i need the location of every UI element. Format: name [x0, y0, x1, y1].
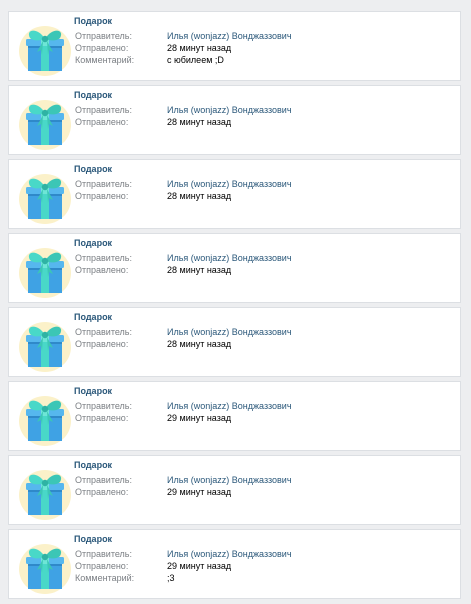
sender-row-label: Отправитель: [75, 179, 132, 189]
sent-row-value: 28 минут назад [167, 191, 232, 201]
sent-row-value: 28 минут назад [167, 117, 232, 127]
gift-card: Подарок Отправитель: Илья (wonjazz) Вондж… [8, 381, 461, 451]
gift-box-icon[interactable] [18, 465, 72, 521]
sender-row-label: Отправитель: [75, 253, 132, 263]
gift-box-icon[interactable] [18, 95, 72, 151]
gift-title: Подарок [74, 386, 113, 396]
gift-box-icon[interactable] [18, 21, 72, 77]
sender-row-value[interactable]: Илья (wonjazz) Вонджаззович [167, 104, 292, 116]
sent-row-value: 28 минут назад [167, 43, 232, 53]
sent-row-value: 28 минут назад [167, 339, 232, 349]
gift-card: Подарок Отправитель: Илья (wonjazz) Вондж… [8, 11, 461, 81]
gift-title: Подарок [74, 534, 113, 544]
sent-row-label: Отправлено: [75, 339, 129, 349]
sent-row-value: 29 минут назад [167, 487, 232, 497]
sent-row-label: Отправлено: [75, 413, 129, 423]
sender-row-label: Отправитель: [75, 549, 132, 559]
gift-list: Подарок Отправитель: Илья (wonjazz) Вондж… [0, 0, 471, 604]
sender-row-value[interactable]: Илья (wonjazz) Вонджаззович [167, 30, 292, 42]
gift-card: Подарок Отправитель: Илья (wonjazz) Вондж… [8, 233, 461, 303]
sent-row-label: Отправлено: [75, 561, 129, 571]
sender-row-value[interactable]: Илья (wonjazz) Вонджаззович [167, 400, 292, 412]
gift-title: Подарок [74, 16, 113, 26]
gift-title: Подарок [74, 238, 113, 248]
sent-row-label: Отправлено: [75, 43, 129, 53]
sender-row-label: Отправитель: [75, 475, 132, 485]
sent-row-label: Отправлено: [75, 191, 129, 201]
sent-row-label: Отправлено: [75, 487, 129, 497]
sent-row-value: 29 минут назад [167, 413, 232, 423]
gift-title: Подарок [74, 90, 113, 100]
sender-row-label: Отправитель: [75, 327, 132, 337]
sent-row-label: Отправлено: [75, 117, 129, 127]
sent-row-value: 28 минут назад [167, 265, 232, 275]
sender-row-label: Отправитель: [75, 31, 132, 41]
gift-card: Подарок Отправитель: Илья (wonjazz) Вондж… [8, 529, 461, 599]
sender-row-label: Отправитель: [75, 401, 132, 411]
gift-title: Подарок [74, 164, 113, 174]
gift-card: Подарок Отправитель: Илья (wonjazz) Вондж… [8, 307, 461, 377]
comment-row-label: Комментарий: [75, 55, 135, 65]
gift-box-icon[interactable] [18, 391, 72, 447]
gift-box-icon[interactable] [18, 169, 72, 225]
gift-card: Подарок Отправитель: Илья (wonjazz) Вондж… [8, 85, 461, 155]
gift-card: Подарок Отправитель: Илья (wonjazz) Вондж… [8, 455, 461, 525]
gift-box-icon[interactable] [18, 243, 72, 299]
gift-title: Подарок [74, 312, 113, 322]
gift-box-icon[interactable] [18, 539, 72, 595]
gift-card: Подарок Отправитель: Илья (wonjazz) Вондж… [8, 159, 461, 229]
comment-row-value: ;3 [167, 573, 175, 583]
sender-row-value[interactable]: Илья (wonjazz) Вонджаззович [167, 178, 292, 190]
sender-row-value[interactable]: Илья (wonjazz) Вонджаззович [167, 548, 292, 560]
comment-row-label: Комментарий: [75, 573, 135, 583]
sender-row-label: Отправитель: [75, 105, 132, 115]
gift-title: Подарок [74, 460, 113, 470]
sender-row-value[interactable]: Илья (wonjazz) Вонджаззович [167, 252, 292, 264]
sent-row-value: 29 минут назад [167, 561, 232, 571]
comment-row-value: с юбилеем ;D [167, 55, 224, 65]
gift-box-icon[interactable] [18, 317, 72, 373]
sender-row-value[interactable]: Илья (wonjazz) Вонджаззович [167, 326, 292, 338]
sent-row-label: Отправлено: [75, 265, 129, 275]
sender-row-value[interactable]: Илья (wonjazz) Вонджаззович [167, 474, 292, 486]
